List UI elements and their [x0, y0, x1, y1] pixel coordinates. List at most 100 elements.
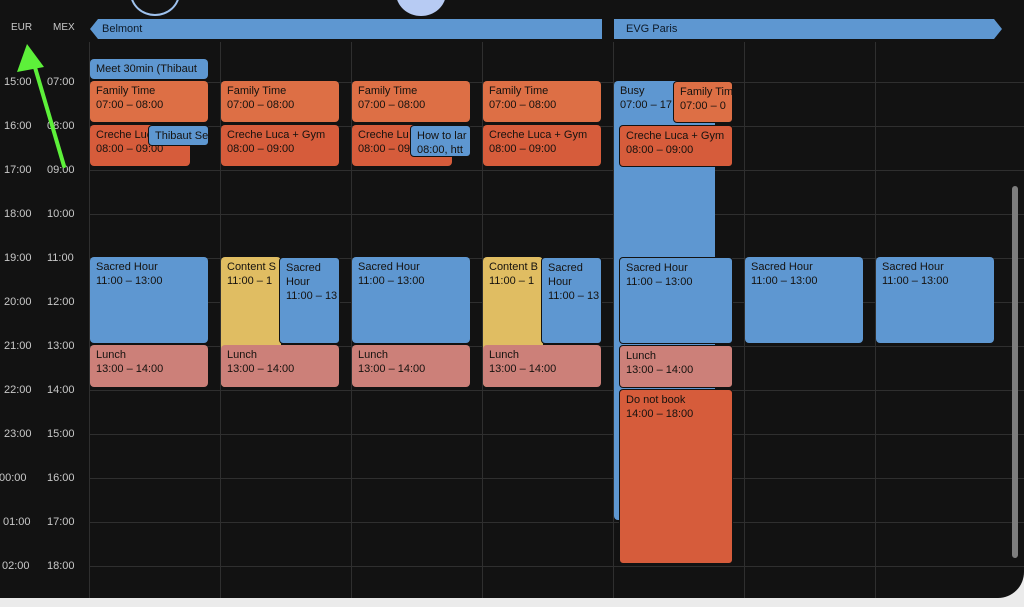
event-title: Sacred Hour	[548, 262, 583, 288]
event-sacred-hour[interactable]: Sacred Hour 11:00 – 13	[279, 257, 340, 344]
event-do-not-book[interactable]: Do not book 14:00 – 18:00	[619, 389, 733, 564]
avatar[interactable]	[130, 0, 180, 16]
event-creche-luca-gym[interactable]: Creche Luca + Gym 08:00 – 09:00	[221, 125, 339, 166]
time-label-eur: 17:00	[4, 164, 32, 176]
event-sacred-hour[interactable]: Sacred Hour 11:00 – 13:00	[90, 257, 208, 343]
time-label-eur: 23:00	[4, 428, 32, 440]
event-lunch[interactable]: Lunch 13:00 – 14:00	[352, 345, 470, 387]
event-time: 13:00 – 14:00	[358, 363, 426, 375]
event-time: 08:00, htt	[417, 144, 463, 156]
event-title: Creche Luca + Gym	[626, 130, 725, 142]
hour-gridline	[90, 214, 1024, 215]
event-title: Family Tim	[680, 86, 733, 98]
time-label-eur: 22:00	[4, 384, 32, 396]
time-label-eur: 02:00	[2, 560, 30, 572]
event-creche-luca-gym[interactable]: Creche Luca + Gym 08:00 – 09:00	[619, 125, 733, 167]
all-day-event-evg-paris[interactable]: EVG Paris	[614, 19, 1002, 39]
event-sacred-hour[interactable]: Sacred Hour 11:00 – 13	[541, 257, 602, 344]
event-title: Family Time	[96, 85, 156, 97]
event-title: Creche Luca + Gym	[227, 129, 326, 141]
event-lunch[interactable]: Lunch 13:00 – 14:00	[619, 345, 733, 388]
event-sacred-hour[interactable]: Sacred Hour 11:00 – 13:00	[745, 257, 863, 343]
event-title: Thibaut Se	[155, 130, 209, 142]
event-time: 13:00 – 14:00	[96, 363, 164, 375]
event-title: Sacred Hour	[286, 262, 321, 288]
time-label-mex: 07:00	[47, 76, 75, 88]
time-label-eur: 01:00	[3, 516, 31, 528]
event-time: 13:00 – 14:00	[489, 363, 557, 375]
time-label-mex: 16:00	[47, 472, 75, 484]
time-label-mex: 15:00	[47, 428, 75, 440]
event-time: 11:00 – 13	[286, 290, 338, 302]
event-title: Sacred Hour	[358, 261, 420, 273]
time-label-mex: 12:00	[47, 296, 75, 308]
vertical-scrollbar[interactable]	[1012, 186, 1018, 558]
event-title: Lunch	[227, 349, 257, 361]
event-time: 08:00 – 09:00	[227, 143, 295, 155]
event-how-to[interactable]: How to lar 08:00, htt	[410, 125, 471, 157]
event-time: 11:00 – 13	[548, 290, 600, 302]
all-day-event-belmont[interactable]: Belmont	[90, 19, 602, 39]
hour-gridline	[90, 170, 1024, 171]
event-time: 11:00 – 13:00	[96, 275, 163, 287]
event-title: How to lar	[417, 130, 467, 142]
event-lunch[interactable]: Lunch 13:00 – 14:00	[221, 345, 339, 387]
hour-gridline	[90, 434, 1024, 435]
event-time: 08:00 – 09:00	[626, 144, 694, 156]
event-sacred-hour[interactable]: Sacred Hour 11:00 – 13:00	[352, 257, 470, 343]
time-label-mex: 11:00	[47, 252, 74, 264]
event-time: 11:00 – 13:00	[751, 275, 818, 287]
event-title: Lunch	[489, 349, 519, 361]
event-family-time[interactable]: Family Time 07:00 – 08:00	[90, 81, 208, 122]
event-time: 14:00 – 18:00	[626, 408, 694, 420]
timezone-label-secondary: MEX	[53, 22, 75, 33]
event-title: Family Time	[358, 85, 418, 97]
event-time: 07:00 – 08:00	[227, 99, 295, 111]
event-family-time[interactable]: Family Time 07:00 – 08:00	[221, 81, 339, 122]
event-time: 11:00 – 1	[227, 275, 273, 287]
time-label-mex: 18:00	[47, 560, 75, 572]
event-title: Content B	[489, 261, 538, 273]
event-family-time[interactable]: Family Tim 07:00 – 0	[673, 81, 733, 123]
event-lunch[interactable]: Lunch 13:00 – 14:00	[483, 345, 601, 387]
time-label-eur: 15:00	[4, 76, 32, 88]
event-lunch[interactable]: Lunch 13:00 – 14:00	[90, 345, 208, 387]
event-thibaut[interactable]: Thibaut Se	[148, 125, 209, 146]
event-title: Do not book	[626, 394, 686, 406]
event-creche-luca-gym[interactable]: Creche Luca + Gym 08:00 – 09:00	[483, 125, 601, 166]
time-label-mex: 10:00	[47, 208, 75, 220]
event-title: Sacred Hour	[626, 262, 688, 274]
event-time: 13:00 – 14:00	[227, 363, 295, 375]
event-time: 07:00 – 08:00	[489, 99, 557, 111]
event-time: 07:00 – 08:00	[358, 99, 426, 111]
event-time: 11:00 – 13:00	[358, 275, 425, 287]
event-sacred-hour[interactable]: Sacred Hour 11:00 – 13:00	[876, 257, 994, 343]
avatar[interactable]	[396, 0, 446, 16]
event-title: Family Time	[489, 85, 549, 97]
event-sacred-hour[interactable]: Sacred Hour 11:00 – 13:00	[619, 257, 733, 344]
event-family-time[interactable]: Family Time 07:00 – 08:00	[483, 81, 601, 122]
event-title: Sacred Hour	[751, 261, 813, 273]
event-time: 11:00 – 13:00	[626, 276, 693, 288]
event-time: 11:00 – 13:00	[882, 275, 949, 287]
event-title: Content S	[227, 261, 276, 273]
event-time: 13:00 – 14:00	[626, 364, 694, 376]
event-title: Lunch	[626, 350, 656, 362]
event-meet-30min[interactable]: Meet 30min (Thibaut	[90, 59, 208, 79]
event-title: Sacred Hour	[96, 261, 158, 273]
time-label-mex: 17:00	[47, 516, 75, 528]
event-title: Sacred Hour	[882, 261, 944, 273]
event-time: 08:00 – 09:00	[489, 143, 557, 155]
hour-gridline	[90, 522, 1024, 523]
hour-gridline	[90, 566, 1024, 567]
event-family-time[interactable]: Family Time 07:00 – 08:00	[352, 81, 470, 122]
time-label-eur: 00:00	[0, 472, 27, 484]
time-label-eur: 20:00	[4, 296, 32, 308]
timezone-label-primary: EUR	[11, 22, 33, 33]
time-label-eur: 21:00	[4, 340, 32, 352]
time-label-eur: 18:00	[4, 208, 32, 220]
time-label-mex: 14:00	[47, 384, 75, 396]
event-time: 11:00 – 1	[489, 275, 535, 287]
event-time: 07:00 – 08:00	[96, 99, 164, 111]
hour-gridline	[90, 390, 1024, 391]
